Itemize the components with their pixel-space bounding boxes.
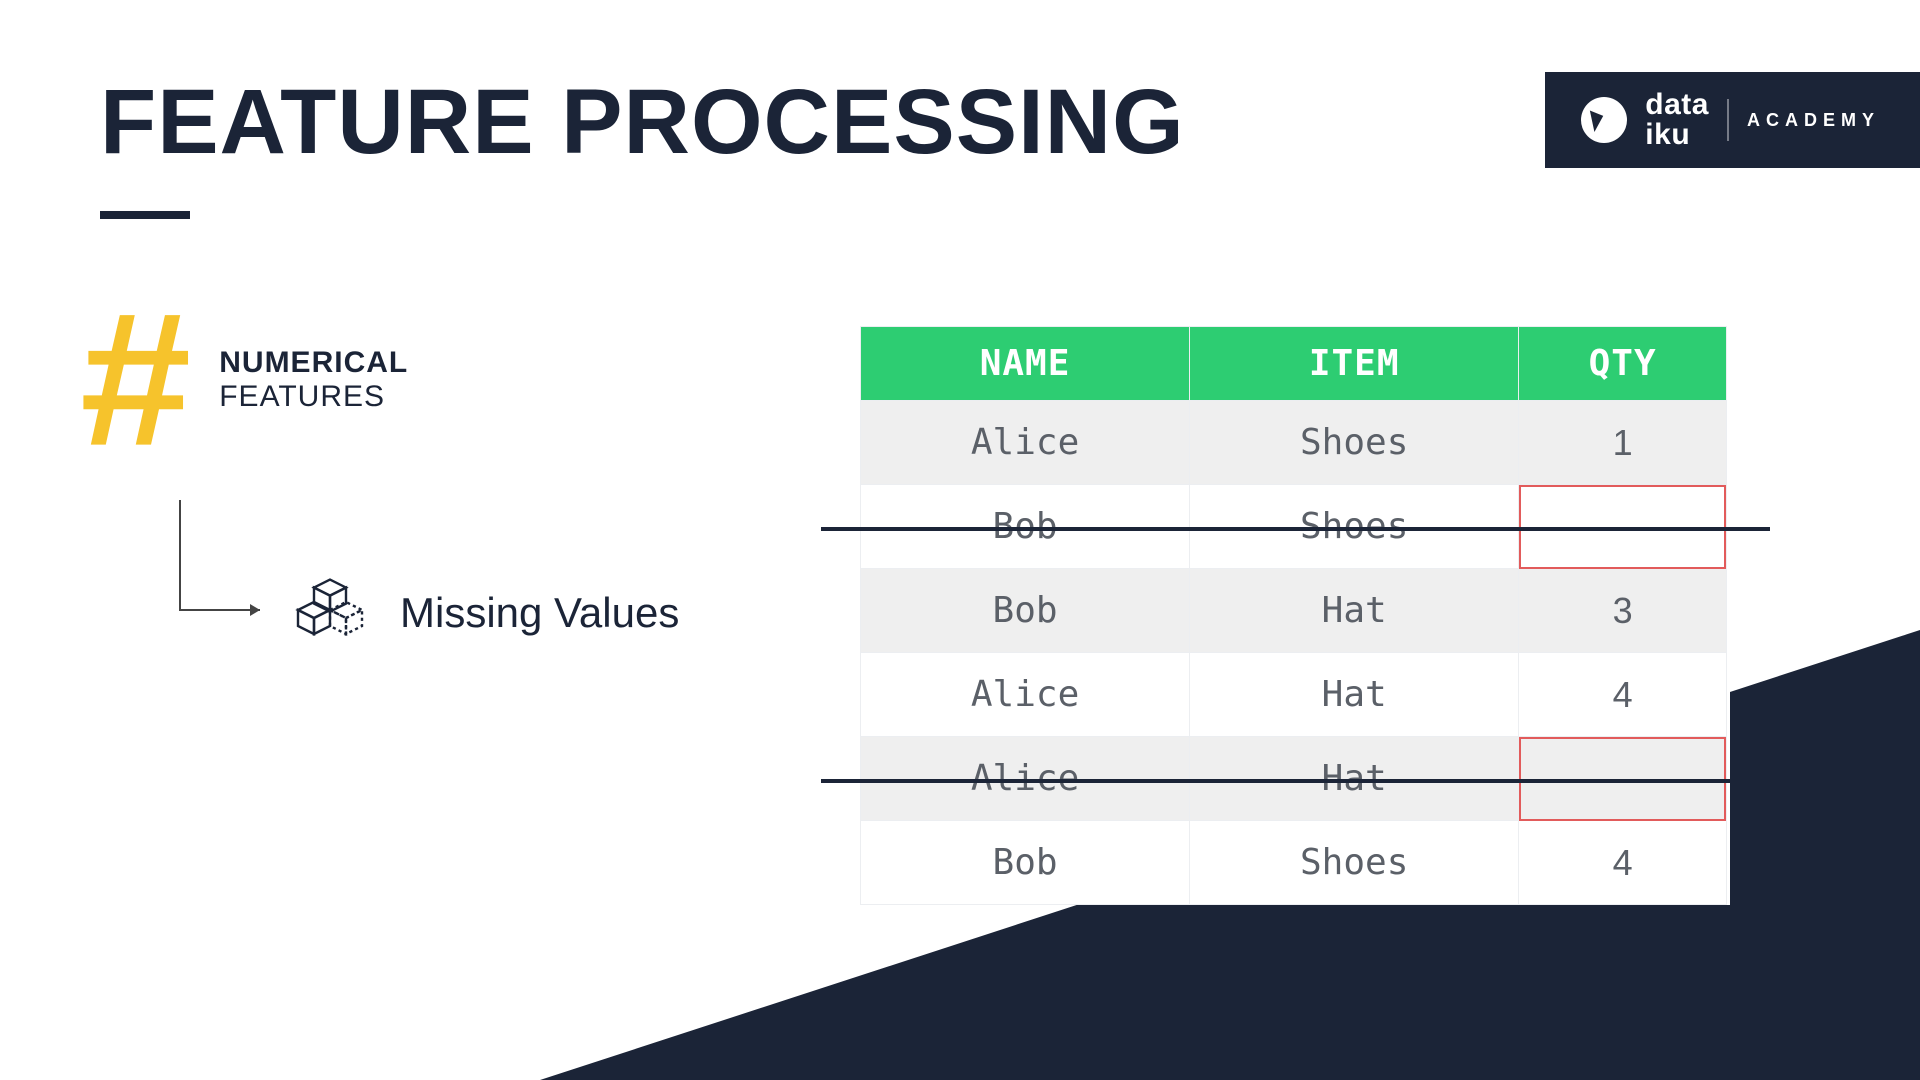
cell-name: Alice: [861, 653, 1190, 737]
table-row: BobShoes4: [861, 821, 1730, 905]
brand-bar: data iku ACADEMY: [1545, 72, 1920, 168]
title-underline: [100, 211, 190, 219]
col-name: NAME: [861, 327, 1190, 401]
col-item: ITEM: [1190, 327, 1519, 401]
hash-labels: NUMERICAL FEATURES: [219, 346, 408, 414]
cell-name: Alice: [861, 401, 1190, 485]
cell-item: Shoes: [1190, 401, 1519, 485]
page-title: FEATURE PROCESSING: [100, 70, 1185, 175]
missing-values-label: Missing Values: [400, 589, 679, 637]
table-wrapper: NAME ITEM QTY AliceShoes1BobShoesBobHat3…: [860, 326, 1730, 905]
cell-qty: 1: [1519, 401, 1727, 485]
cell-item: Hat: [1190, 737, 1519, 821]
brand-academy: ACADEMY: [1747, 110, 1880, 131]
brand-line2: iku: [1645, 120, 1709, 150]
cubes-icon: [290, 570, 370, 655]
data-table: NAME ITEM QTY AliceShoes1BobShoesBobHat3…: [860, 326, 1730, 905]
table-row: BobHat3: [861, 569, 1730, 653]
hash-label-top: NUMERICAL: [219, 346, 408, 380]
cell-item: Hat: [1190, 653, 1519, 737]
brand-name: data iku: [1645, 90, 1709, 150]
brand-logo-icon: [1581, 97, 1627, 143]
cell-name: Alice: [861, 737, 1190, 821]
col-qty: QTY: [1519, 327, 1727, 401]
brand-divider: [1727, 99, 1729, 141]
cell-name: Bob: [861, 485, 1190, 569]
cell-qty: [1519, 737, 1727, 821]
table-header-row: NAME ITEM QTY: [861, 327, 1730, 401]
table-row: AliceHat: [861, 737, 1730, 821]
table-row: BobShoes: [861, 485, 1730, 569]
cell-item: Shoes: [1190, 485, 1519, 569]
title-block: FEATURE PROCESSING: [100, 70, 1185, 219]
numerical-features-block: # NUMERICAL FEATURES: [80, 290, 408, 470]
cell-qty: 3: [1519, 569, 1727, 653]
cell-name: Bob: [861, 821, 1190, 905]
hash-icon: #: [80, 295, 191, 466]
table-row: AliceHat4: [861, 653, 1730, 737]
cell-name: Bob: [861, 569, 1190, 653]
table-row: AliceShoes1: [861, 401, 1730, 485]
cell-item: Hat: [1190, 569, 1519, 653]
hash-label-bottom: FEATURES: [219, 380, 408, 414]
cell-qty: 4: [1519, 653, 1727, 737]
cell-qty: 4: [1519, 821, 1727, 905]
cell-item: Shoes: [1190, 821, 1519, 905]
missing-values-row: Missing Values: [160, 570, 679, 655]
brand-line1: data: [1645, 90, 1709, 120]
cell-qty: [1519, 485, 1727, 569]
